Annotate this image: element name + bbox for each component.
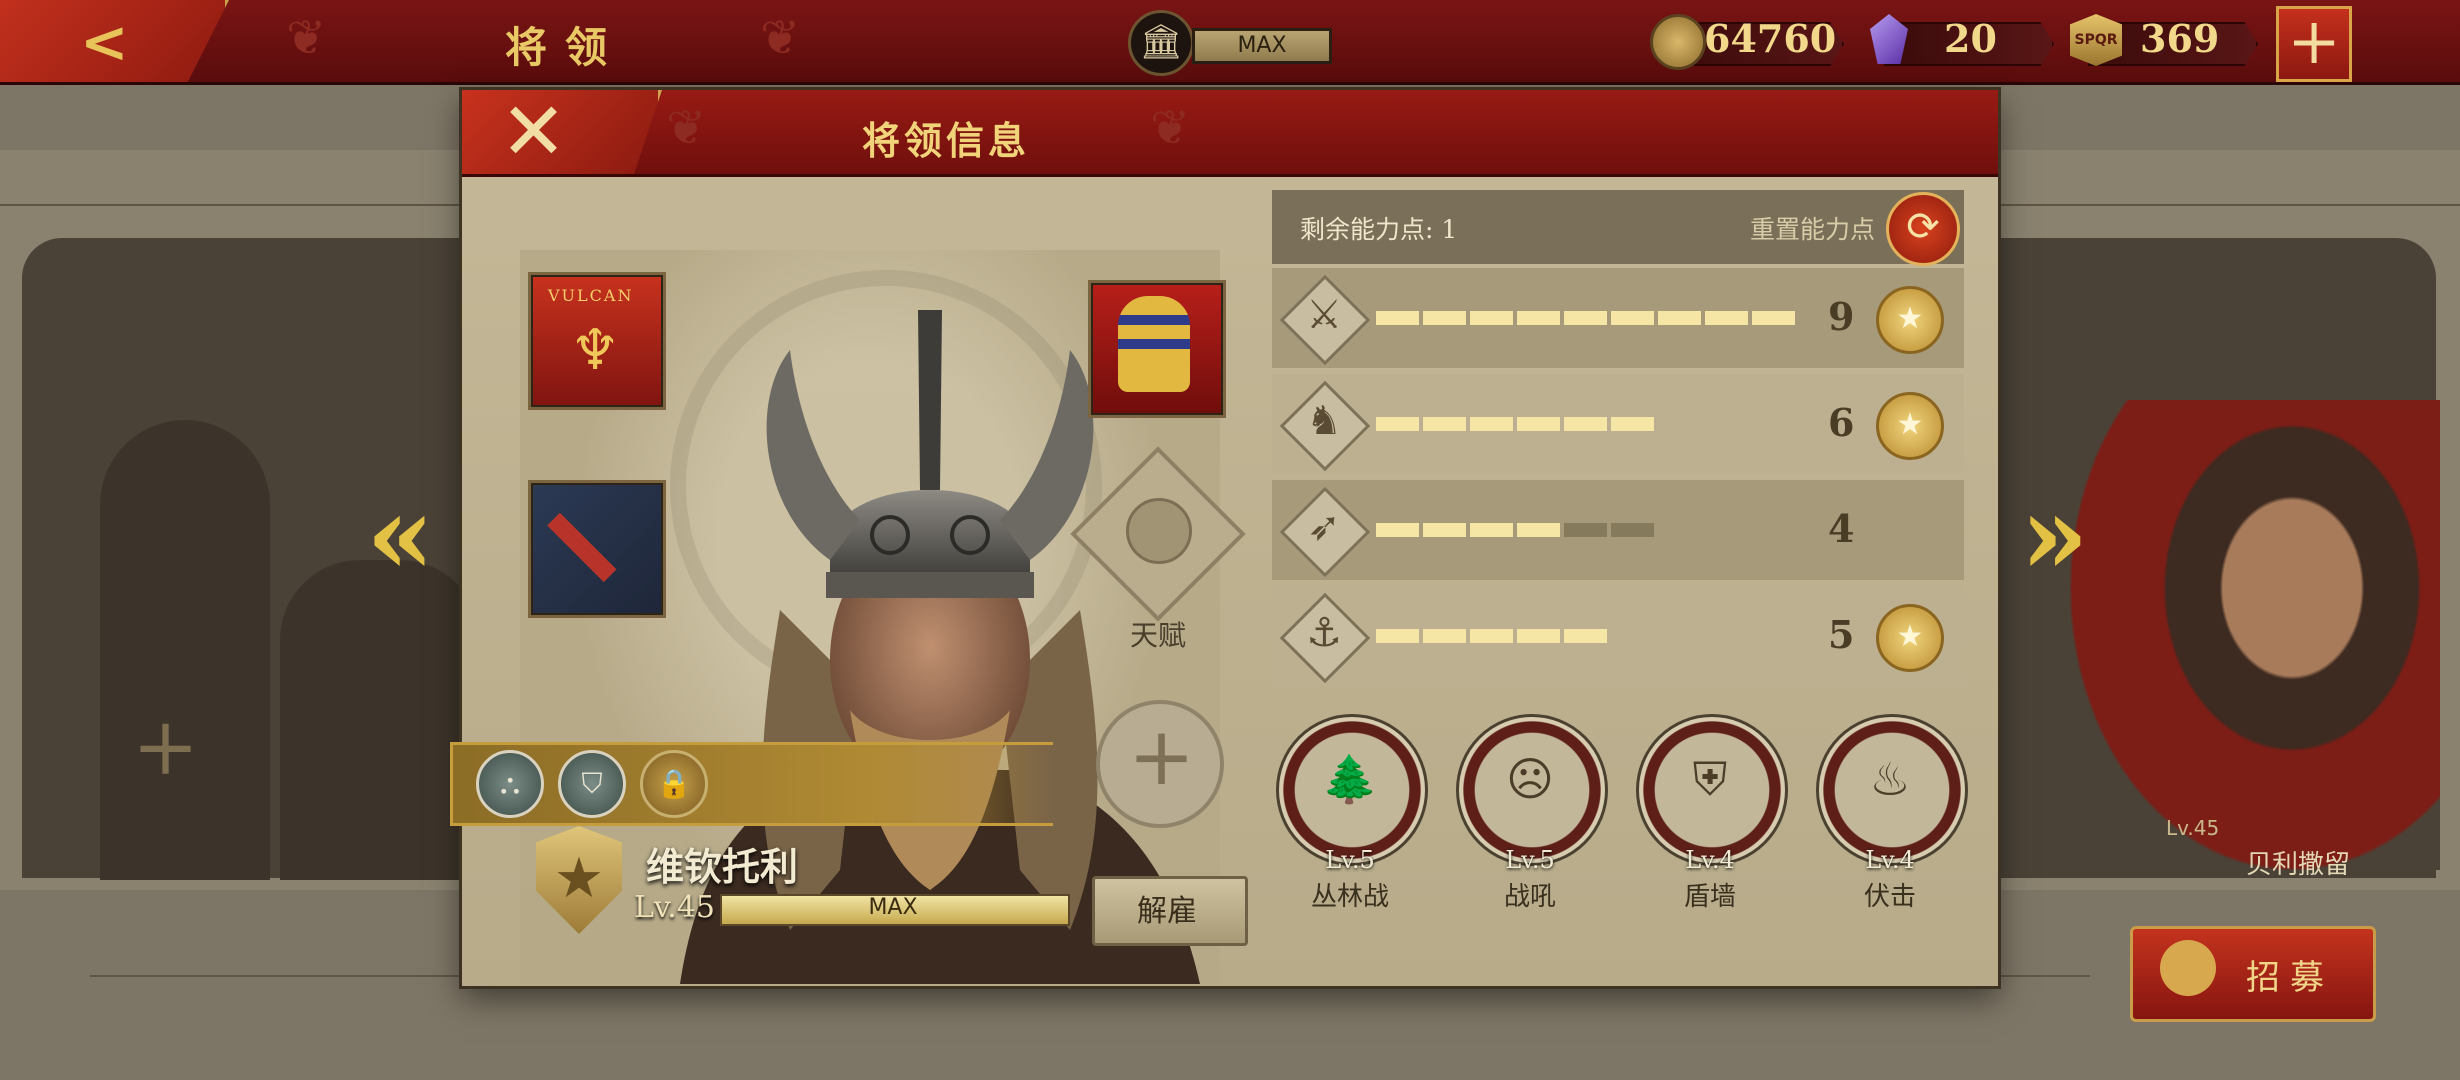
plus-icon[interactable]: + [132,700,199,793]
reset-points-label: 重置能力点 [1750,215,1876,244]
page-title: 将领 [505,23,626,72]
stat-bar-segment [1376,629,1419,643]
recruit-helmet-icon [2160,940,2216,996]
ambush-icon: ♨ [1869,752,1911,806]
locked-gem-slot[interactable]: 🔒 [640,750,708,818]
stat-bar-segment [1564,523,1607,537]
banner-text: VULCAN [548,286,634,305]
silhouette-icon [100,420,270,880]
dialog-title: 将领信息 [862,118,1031,163]
hero-level: Lv.45 [634,890,716,925]
bow-icon: ➶ [1307,504,1341,550]
stat-bar-segment [1470,417,1513,431]
coin-icon [1650,14,1706,70]
coin-amount: 64760 [1704,16,1837,61]
stat-bar-segment [1611,311,1654,325]
lion-icon [1126,498,1192,564]
war-cry-icon: ☹ [1506,752,1554,806]
stat-bar-segment [1611,523,1654,537]
laurel-icon: ❦ [1150,100,1191,156]
stat-bar-segment [1376,523,1419,537]
skill-level: Lv.5 [1325,846,1375,874]
laurel-star-badge-icon[interactable]: ★ [1876,286,1944,354]
stat-bar-segment [1705,311,1748,325]
stat-value: 5 [1828,612,1855,657]
stat-bar-segment [1470,629,1513,643]
stat-bar-segment [1658,311,1701,325]
hero-name: 维钦托利 [646,844,799,889]
remaining-points: 剩余能力点: 1 [1300,215,1458,244]
stat-bar-segment [1470,523,1513,537]
skill-name: 伏击 [1863,882,1916,912]
skill-name: 战吼 [1503,882,1556,912]
spqr-badge-icon: SPQR [2070,14,2122,66]
stat-bar-segment [1423,417,1466,431]
next-hero-arrow-icon[interactable]: » [2020,470,2089,599]
xp-label: MAX [868,895,918,920]
stat-value: 9 [1828,294,1855,339]
recruit-label: 招募 [2246,958,2334,998]
temple-icon[interactable]: 🏛 [1128,10,1194,76]
skill-name: 丛林战 [1310,882,1389,912]
skill-name: 盾墙 [1683,882,1736,912]
laurel-icon: ❦ [286,10,327,66]
skill-level: Lv.4 [1865,846,1915,874]
prev-hero-arrow-icon[interactable]: « [366,470,435,599]
horse-icon: ♞ [1306,398,1342,444]
forest-icon: 🌲 [1321,752,1379,806]
stat-value: 4 [1828,506,1855,551]
gem-slot[interactable]: ⛉ [558,750,626,818]
anchor-icon: ⚓ [1306,610,1342,656]
stat-bar-segment [1517,523,1560,537]
stat-bar-segment [1564,311,1607,325]
spqr-amount: 369 [2140,16,2220,61]
stat-bar-segment [1423,629,1466,643]
close-icon: ✕ [500,85,568,178]
laurel-star-badge-icon[interactable]: ★ [1876,392,1944,460]
stat-bar-segment [1470,311,1513,325]
stat-bar-segment [1376,311,1419,325]
stat-bar-segment [1423,523,1466,537]
gem-amount: 20 [1944,16,1997,61]
plus-icon[interactable]: + [2276,6,2352,82]
pharaoh-mask-icon [1118,296,1190,392]
plus-icon: + [1128,710,1196,803]
laurel-star-badge-icon[interactable]: ★ [1876,604,1944,672]
building-status: MAX [1192,28,1332,64]
back-arrow-icon: < [80,8,129,76]
refresh-icon[interactable]: ⟳ [1886,192,1960,266]
hero-level-right: Lv.45 [2166,816,2220,840]
stat-bar-segment [1376,417,1419,431]
stat-bar-segment [1517,417,1560,431]
stat-bar-segment [1564,629,1607,643]
dismiss-label: 解雇 [1137,894,1197,929]
gem-slot[interactable]: ⛬ [476,750,544,818]
shield-wall-icon: ⛨ [1692,752,1728,806]
stat-bar-segment [1517,311,1560,325]
sword-icon: ⚔ [1306,292,1342,338]
laurel-icon: ❦ [666,100,707,156]
lock-icon: 🔒 [656,767,692,800]
stat-bar-segment [1752,311,1795,325]
skill-level: Lv.5 [1505,846,1555,874]
hero-portrait-right [2070,400,2440,870]
crest-icon: ⛬ [500,767,520,800]
stat-bar-segment [1517,629,1560,643]
stat-bar-segment [1564,417,1607,431]
laurel-icon: ❦ [760,10,801,66]
skill-level: Lv.4 [1685,846,1735,874]
stat-value: 6 [1828,400,1855,445]
silhouette-icon [280,560,480,880]
torch-icon: ♆ [570,318,621,383]
talent-label: 天赋 [1130,619,1187,652]
star-icon: ★ [553,846,605,911]
stat-bar-segment [1423,311,1466,325]
hero-name-right: 贝利撒留 [2246,850,2351,880]
stat-bar-segment [1611,417,1654,431]
shield-icon: ⛉ [581,767,603,800]
